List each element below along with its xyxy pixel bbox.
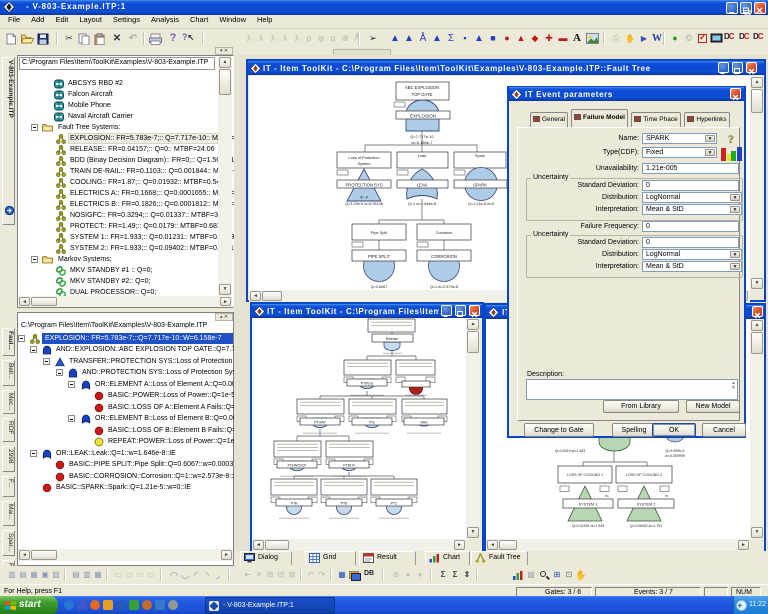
- svg-text:SYSTEM 1: SYSTEM 1: [579, 503, 598, 507]
- svg-text:PTIP(G): PTIP(G): [361, 382, 373, 386]
- svg-text:w=6.158e-7: w=6.158e-7: [411, 140, 433, 145]
- svg-text:PTOAP: PTOAP: [314, 421, 326, 425]
- svg-text:SPARK: SPARK: [473, 183, 487, 188]
- svg-text:Pipe Split: Pipe Split: [371, 230, 388, 235]
- svg-text:CORROSION: CORROSION: [431, 254, 457, 259]
- svg-text:Q=1 w=2.573e-8: Q=1 w=2.573e-8: [430, 285, 458, 289]
- svg-text:TOP GATE: TOP GATE: [412, 92, 433, 97]
- svg-text:Leak: Leak: [418, 153, 426, 158]
- svg-text:Q=0.09492 w=1.751: Q=0.09492 w=1.751: [630, 524, 663, 528]
- svg-text:PIPE SPLIT: PIPE SPLIT: [368, 254, 391, 259]
- svg-text:PTIM R: PTIM R: [343, 464, 355, 468]
- svg-text:SRG: SRG: [420, 421, 428, 425]
- svg-text:PTA: PTA: [291, 502, 298, 506]
- svg-text:PROTECTION SYS: PROTECTION SYS: [346, 183, 383, 188]
- svg-text:?: ?: [728, 132, 734, 146]
- svg-text:Spark: Spark: [475, 153, 485, 158]
- svg-text:PTC: PTC: [391, 502, 398, 506]
- svg-text:EXPLOSION: EXPLOSION: [410, 114, 436, 119]
- svg-text:φ - ρ: φ - ρ: [360, 195, 368, 199]
- svg-text:···: ···: [415, 383, 418, 387]
- svg-text:Corrosion: Corrosion: [436, 230, 453, 235]
- svg-text:SYSTEM 2: SYSTEM 2: [637, 503, 656, 507]
- svg-text:Q=1.21e-5 w=0: Q=1.21e-5 w=0: [468, 202, 494, 206]
- svg-text:w=0.009999: w=0.009999: [665, 454, 685, 458]
- svg-text:System: System: [358, 161, 371, 166]
- svg-text:LEAK: LEAK: [417, 183, 428, 188]
- svg-text:Q=0.6067: Q=0.6067: [371, 285, 388, 289]
- svg-text:ABC EXPLOSION: ABC EXPLOSION: [405, 85, 439, 90]
- svg-text:P1: P1: [665, 494, 669, 498]
- svg-text:PIS: PIS: [369, 421, 375, 425]
- svg-text:Release: Release: [386, 337, 399, 341]
- svg-text:LOSS OF COOLING 2: LOSS OF COOLING 2: [626, 473, 662, 477]
- svg-text:PTB: PTB: [341, 502, 348, 506]
- svg-text:P1: P1: [605, 494, 609, 498]
- svg-text:Q=7.717e-10: Q=7.717e-10: [410, 134, 434, 139]
- svg-text:Q=0.01591 w=1.949: Q=0.01591 w=1.949: [572, 524, 605, 528]
- svg-text:Q=0.0019 w=1.463: Q=0.0019 w=1.463: [555, 449, 586, 453]
- svg-text:PT&INOOCP: PT&INOOCP: [288, 464, 307, 468]
- svg-text:Loss of Protection: Loss of Protection: [348, 155, 379, 160]
- svg-text:Q=3.29e-5 w=0.03148: Q=3.29e-5 w=0.03148: [345, 202, 383, 206]
- svg-text:LOSS OF COOLING 1: LOSS OF COOLING 1: [567, 473, 603, 477]
- svg-text:Q=9.999e-5: Q=9.999e-5: [665, 449, 684, 453]
